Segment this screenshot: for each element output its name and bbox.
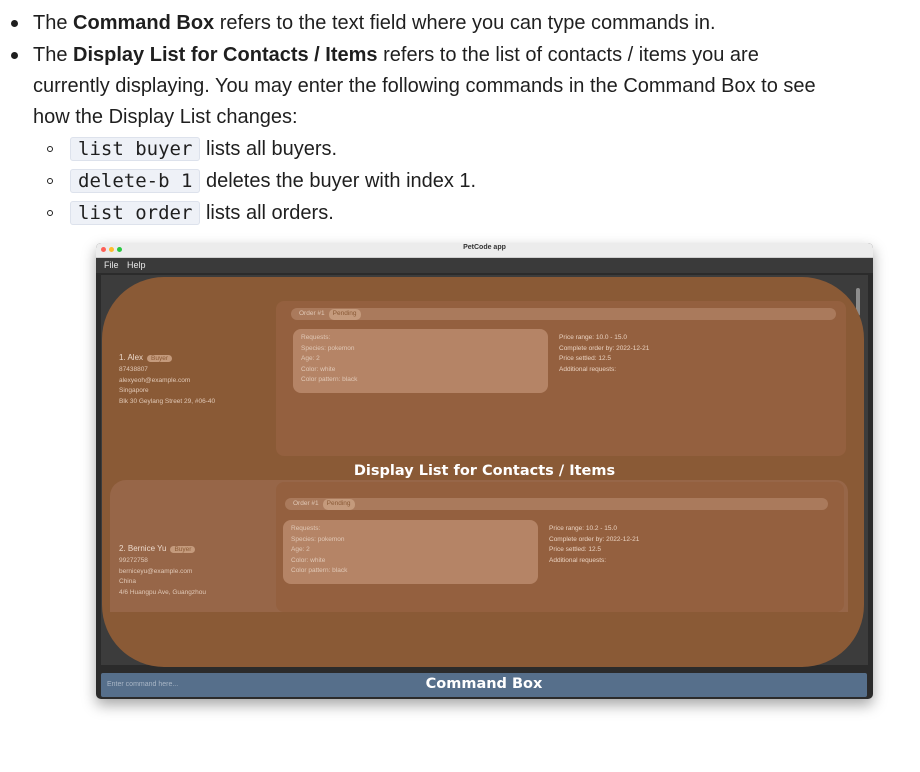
command-box[interactable]: Enter command here... Command Box [101, 673, 867, 697]
menu-bar: File Help [96, 258, 873, 273]
app-window-screenshot: PetCode app File Help Order #1 Pending Re… [96, 243, 873, 699]
bullet-text: The Command Box refers to the text field… [33, 12, 716, 34]
order-title: Order #1 Pending [299, 309, 361, 320]
window-title: PetCode app [463, 244, 506, 251]
requests-text: Requests: Species: pokemon Age: 2 Color:… [301, 334, 358, 383]
sub-bullet-circle [47, 146, 53, 152]
order-header: Order #1 Pending [291, 308, 836, 320]
order-status-badge: Pending [322, 499, 355, 510]
bold-term: Display List for Contacts / Items [73, 44, 378, 66]
buyer-card[interactable]: Order #1 Pending Requests: Species: pokem… [110, 480, 848, 612]
buyer-info: 99272758 berniceyu@example.com China 4/6… [119, 557, 206, 596]
inline-code: list order [70, 201, 201, 225]
order-status-badge: Pending [328, 309, 361, 320]
display-list-label: Display List for Contacts / Items [353, 463, 616, 479]
bullet-dot [11, 20, 18, 27]
requests-box: Requests: Species: pokemon Age: 2 Color:… [293, 329, 548, 393]
buyer-tag: Buyer [170, 546, 196, 553]
order-details: Price range: 10.0 - 15.0 Complete order … [559, 334, 650, 373]
inline-code: list buyer [70, 137, 201, 161]
command-description: deletes the buyer with index 1. [200, 170, 477, 192]
bold-term: Command Box [73, 12, 215, 34]
command-description: lists all orders. [200, 202, 334, 224]
command-box-label: Command Box [425, 676, 543, 692]
bullet-text: The Display List for Contacts / Items re… [33, 44, 759, 66]
bullet-text-line3: how the Display List changes: [33, 106, 298, 128]
sub-bullet-delete-b: delete-b 1 deletes the buyer with index … [0, 166, 920, 197]
bullet-text-line2: currently displaying. You may enter the … [33, 75, 816, 97]
buyer-name: 2. Bernice Yu Buyer [119, 544, 196, 553]
bullet-dot [11, 52, 18, 59]
command-description: lists all buyers. [200, 138, 338, 160]
buyer-card[interactable]: Order #1 Pending Requests: Species: pokem… [106, 293, 850, 465]
sub-bullet-text: delete-b 1 deletes the buyer with index … [70, 166, 476, 197]
requests-box: Requests: Species: pokemon Age: 2 Color:… [283, 520, 538, 584]
order-details: Price range: 10.2 - 15.0 Complete order … [549, 525, 640, 564]
buyer-tag: Buyer [147, 355, 172, 362]
order-title: Order #1 Pending [293, 499, 355, 510]
sub-bullet-text: list order lists all orders. [70, 198, 334, 229]
bullet-command-box: The Command Box refers to the text field… [0, 8, 920, 39]
buyer-name: 1. Alex Buyer [119, 353, 172, 362]
order-header: Order #1 Pending [285, 498, 828, 510]
sub-bullet-text: list buyer lists all buyers. [70, 134, 337, 165]
sub-bullet-circle [47, 178, 53, 184]
buyer-info: 87438807 alexyeoh@example.com Singapore … [119, 366, 216, 405]
sub-bullet-list-order: list order lists all orders. [0, 198, 920, 229]
sub-bullet-list-buyer: list buyer lists all buyers. [0, 134, 920, 165]
bullet-display-list: The Display List for Contacts / Items re… [0, 40, 920, 133]
sub-bullet-circle [47, 210, 53, 216]
menu-file[interactable]: File [104, 260, 119, 270]
inline-code: delete-b 1 [70, 169, 201, 193]
requests-text: Requests: Species: pokemon Age: 2 Color:… [291, 525, 348, 574]
menu-help[interactable]: Help [127, 260, 146, 270]
title-bar: PetCode app [96, 243, 873, 258]
